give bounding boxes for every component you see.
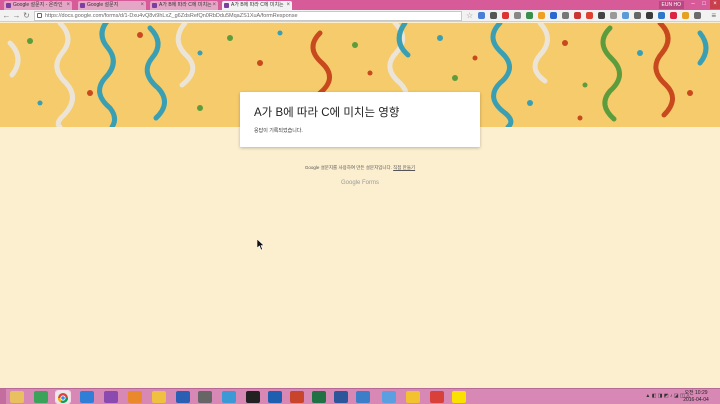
confirmation-card: A가 B에 따라 C에 미치는 영향 응답이 기록되었습니다. xyxy=(240,92,480,147)
lock-icon xyxy=(37,13,42,18)
extension-icon[interactable] xyxy=(586,12,593,19)
extension-icon[interactable] xyxy=(634,12,641,19)
extension-icon[interactable] xyxy=(598,12,605,19)
cloud-icon[interactable] xyxy=(382,391,396,403)
extension-icon[interactable] xyxy=(694,12,701,19)
close-tab-icon[interactable]: × xyxy=(140,1,144,10)
forms-favicon-icon xyxy=(224,3,229,8)
outlook-icon[interactable] xyxy=(268,391,282,403)
form-footer: Google 설문지를 사용하여 만든 설문지입니다. 직접 만들기 xyxy=(0,165,720,171)
browser-toolbar: ← → ↻ https://docs.google.com/forms/d/1-… xyxy=(0,10,720,22)
chrome-icon[interactable] xyxy=(55,390,71,404)
emoji-app-icon[interactable] xyxy=(128,391,142,403)
hangul-icon[interactable] xyxy=(430,391,444,403)
maximize-window-icon[interactable]: □ xyxy=(699,0,709,9)
extension-icon[interactable] xyxy=(514,12,521,19)
browser-tab-active[interactable]: A가 B에 따라 C에 미치는 × xyxy=(222,1,292,10)
form-title: A가 B에 따라 C에 미치는 영향 xyxy=(254,107,400,119)
monitor-icon[interactable] xyxy=(176,391,190,403)
media-icon[interactable] xyxy=(152,391,166,403)
star-icon[interactable] xyxy=(406,391,420,403)
forms-favicon-icon xyxy=(152,3,157,8)
minimize-window-icon[interactable]: – xyxy=(688,0,698,9)
url-text: https://docs.google.com/forms/d/1-Dxu4vQ… xyxy=(45,13,298,19)
kakaotalk-icon[interactable] xyxy=(452,391,466,403)
extension-icon[interactable] xyxy=(550,12,557,19)
response-recorded-message: 응답이 기록되었습니다. xyxy=(254,128,303,134)
browser-tab-1[interactable]: Google 설문지 - 온라인 × xyxy=(4,1,72,10)
extension-icon[interactable] xyxy=(490,12,497,19)
back-arrow-icon[interactable]: ← xyxy=(2,11,11,20)
profile-badge[interactable]: EUN HO xyxy=(658,1,684,9)
extension-icon[interactable] xyxy=(502,12,509,19)
folder-icon[interactable] xyxy=(10,391,24,403)
forms-favicon-icon xyxy=(80,3,85,8)
extension-icon[interactable] xyxy=(658,12,665,19)
word-icon[interactable] xyxy=(334,391,348,403)
mouse-cursor-icon xyxy=(257,239,265,251)
form-page: A가 B에 따라 C에 미치는 영향 응답이 기록되었습니다. Google 설… xyxy=(0,23,720,388)
camera-icon[interactable] xyxy=(222,391,236,403)
taskbar: ▲ ◧ ◨ ◩ ♪ ◪ ◫ ◬ 오전 10:29 2016-04-04 xyxy=(0,388,720,404)
extension-icon[interactable] xyxy=(574,12,581,19)
tab-strip: Google 설문지 - 온라인 × Google 설문지 × A가 B에 따라… xyxy=(0,0,720,10)
browser-tab-3[interactable]: A가 B에 따라 C에 미치는 × xyxy=(150,1,218,10)
powerpoint-icon[interactable] xyxy=(290,391,304,403)
extension-icon[interactable] xyxy=(622,12,629,19)
close-tab-icon[interactable]: × xyxy=(66,1,70,10)
google-forms-logo[interactable]: Google Forms xyxy=(0,180,720,186)
screen-icon[interactable] xyxy=(246,391,260,403)
extension-icon[interactable] xyxy=(646,12,653,19)
logo-google-text: Google xyxy=(340,180,361,186)
game-icon[interactable] xyxy=(198,391,212,403)
footer-text: Google 설문지를 사용하여 만든 설문지입니다. xyxy=(304,165,392,170)
tab-label: A가 B에 따라 C에 미치는 xyxy=(231,2,284,8)
address-bar[interactable]: https://docs.google.com/forms/d/1-Dxu4vQ… xyxy=(34,11,462,21)
extension-icon[interactable] xyxy=(526,12,533,19)
tab-label: Google 설문지 - 온라인 xyxy=(13,2,63,8)
drive-icon[interactable] xyxy=(34,391,48,403)
logo-forms-text: Forms xyxy=(362,180,380,186)
excel-icon[interactable] xyxy=(312,391,326,403)
forms-favicon-icon xyxy=(6,3,11,8)
start-button[interactable] xyxy=(0,389,6,404)
forward-arrow-icon[interactable]: → xyxy=(12,11,21,20)
clock[interactable]: 오전 10:29 2016-04-04 xyxy=(676,390,716,403)
extension-icon[interactable] xyxy=(682,12,689,19)
bookmark-star-icon[interactable]: ☆ xyxy=(466,11,473,21)
chrome-menu-icon[interactable]: ≡ xyxy=(711,11,716,21)
extension-icon[interactable] xyxy=(538,12,545,19)
close-window-icon[interactable]: × xyxy=(710,0,720,9)
ie-icon[interactable] xyxy=(80,391,94,403)
tab-label: A가 B에 따라 C에 미치는 xyxy=(159,2,212,8)
extension-icon[interactable] xyxy=(562,12,569,19)
close-tab-icon[interactable]: × xyxy=(286,1,290,10)
extension-icon[interactable] xyxy=(478,12,485,19)
tool-icon[interactable] xyxy=(356,391,370,403)
extension-icon[interactable] xyxy=(670,12,677,19)
create-own-form-link[interactable]: 직접 만들기 xyxy=(393,165,415,170)
tab-label: Google 설문지 xyxy=(87,2,119,8)
reload-icon[interactable]: ↻ xyxy=(22,11,31,20)
firefox-icon[interactable] xyxy=(104,391,118,403)
browser-tab-2[interactable]: Google 설문지 × xyxy=(78,1,146,10)
close-tab-icon[interactable]: × xyxy=(212,1,216,10)
extension-icon[interactable] xyxy=(610,12,617,19)
clock-date: 2016-04-04 xyxy=(683,396,709,403)
